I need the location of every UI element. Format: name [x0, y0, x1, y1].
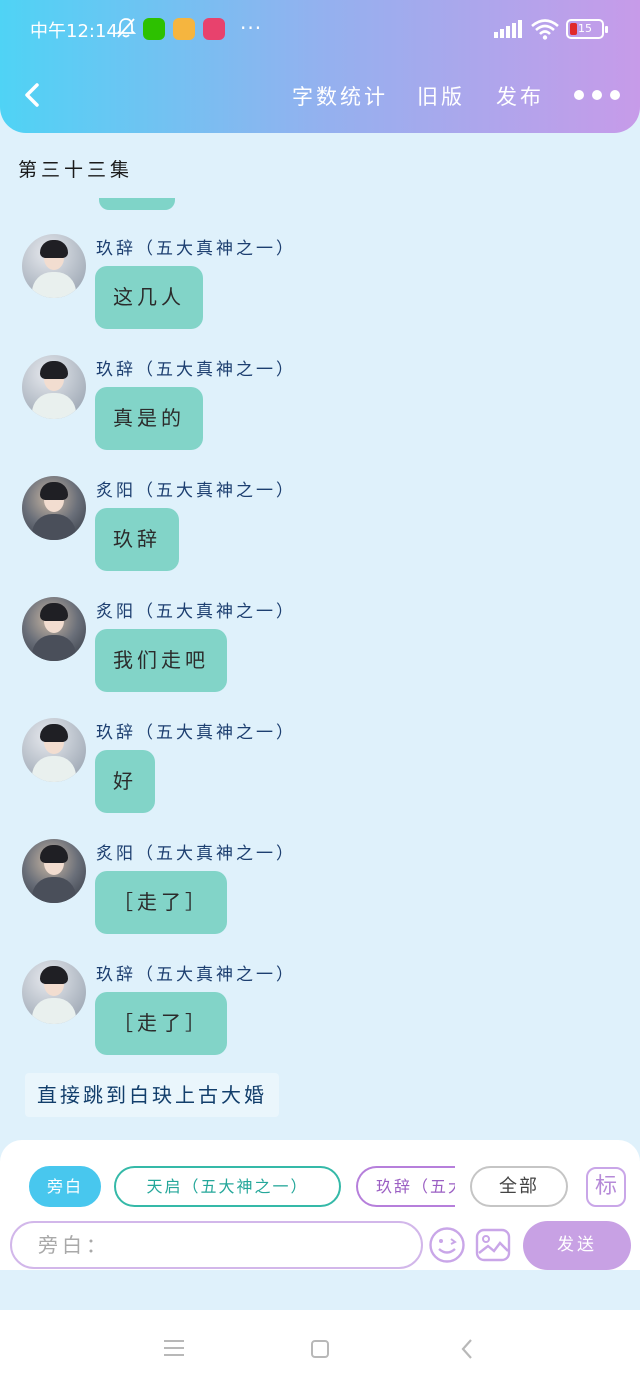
message-input[interactable]: 旁白： [10, 1221, 423, 1269]
old-version-button[interactable]: 旧版 [417, 81, 465, 111]
message-app-icon [173, 18, 195, 40]
message-bubble[interactable]: 我们走吧 [95, 629, 227, 692]
message-bubble[interactable]: 这几人 [95, 266, 203, 329]
signal-icon [494, 20, 522, 38]
message-bubble[interactable]: ［走了］ [95, 871, 227, 934]
speaker-name: 玖辞（五大真神之一） [96, 723, 296, 743]
status-bar: 中午12:14 ··· 15 [0, 0, 640, 58]
wechat-icon [143, 18, 165, 40]
image-icon[interactable] [474, 1226, 512, 1264]
role-chip-tianqi[interactable]: 天启（五大神之一） [114, 1166, 341, 1207]
message-bubble[interactable]: 好 [95, 750, 155, 813]
chat-message: 炙阳（五大真神之一） 玖辞 [0, 476, 640, 586]
emoji-icon[interactable] [428, 1226, 466, 1264]
app-header: 中午12:14 ··· 15 字数统计 旧版 发布 [0, 0, 640, 133]
role-chip-jiuci[interactable]: 玖辞（五大 [356, 1166, 455, 1207]
chat-message: 玖辞（五大真神之一） 这几人 [0, 234, 640, 344]
publish-button[interactable]: 发布 [496, 81, 544, 111]
avatar[interactable] [22, 234, 86, 298]
message-bubble[interactable]: 真是的 [95, 387, 203, 450]
wifi-icon [531, 19, 559, 40]
home-icon[interactable] [311, 1340, 329, 1358]
system-nav-bar [0, 1310, 640, 1387]
avatar[interactable] [22, 597, 86, 661]
avatar[interactable] [22, 355, 86, 419]
chat-message: 玖辞（五大真神之一） 好 [0, 718, 640, 828]
speaker-name: 炙阳（五大真神之一） [96, 602, 296, 622]
avatar[interactable] [22, 718, 86, 782]
episode-title: 第三十三集 [18, 159, 134, 181]
role-chip-narration[interactable]: 旁白 [29, 1166, 101, 1207]
chat-message: 玖辞（五大真神之一） ［走了］ [0, 960, 640, 1070]
battery-icon: 15 [566, 19, 608, 39]
battery-level: 15 [578, 22, 592, 35]
video-app-icon [203, 18, 225, 40]
narration-text[interactable]: 直接跳到白玦上古大婚 [25, 1073, 279, 1117]
speaker-name: 玖辞（五大真神之一） [96, 239, 296, 259]
chat-message: 炙阳（五大真神之一） 我们走吧 [0, 597, 640, 707]
speaker-name: 炙阳（五大真神之一） [96, 844, 296, 864]
previous-message-bubble [99, 198, 175, 210]
role-chip-all[interactable]: 全部 [470, 1166, 568, 1207]
mute-bell-icon [116, 18, 136, 38]
message-bubble[interactable]: ［走了］ [95, 992, 227, 1055]
recent-apps-icon[interactable] [164, 1340, 184, 1361]
send-button[interactable]: 发送 [523, 1221, 631, 1270]
top-nav: 字数统计 旧版 发布 [0, 70, 640, 120]
more-options-icon[interactable] [574, 90, 620, 100]
speaker-name: 玖辞（五大真神之一） [96, 965, 296, 985]
mark-button[interactable]: 标 [586, 1167, 626, 1207]
speaker-name: 炙阳（五大真神之一） [96, 481, 296, 501]
more-notifications-icon: ··· [240, 16, 263, 40]
back-arrow-icon[interactable] [20, 82, 46, 108]
compose-panel: 旁白 天启（五大神之一） 玖辞（五大 全部 标 旁白： 发送 [0, 1140, 640, 1270]
message-bubble[interactable]: 玖辞 [95, 508, 179, 571]
status-time: 中午12:14 [30, 21, 118, 42]
chat-message: 炙阳（五大真神之一） ［走了］ [0, 839, 640, 949]
chat-message: 玖辞（五大真神之一） 真是的 [0, 355, 640, 465]
avatar[interactable] [22, 960, 86, 1024]
avatar[interactable] [22, 839, 86, 903]
avatar[interactable] [22, 476, 86, 540]
word-count-button[interactable]: 字数统计 [292, 81, 388, 111]
system-back-icon[interactable] [460, 1338, 474, 1360]
speaker-name: 玖辞（五大真神之一） [96, 360, 296, 380]
